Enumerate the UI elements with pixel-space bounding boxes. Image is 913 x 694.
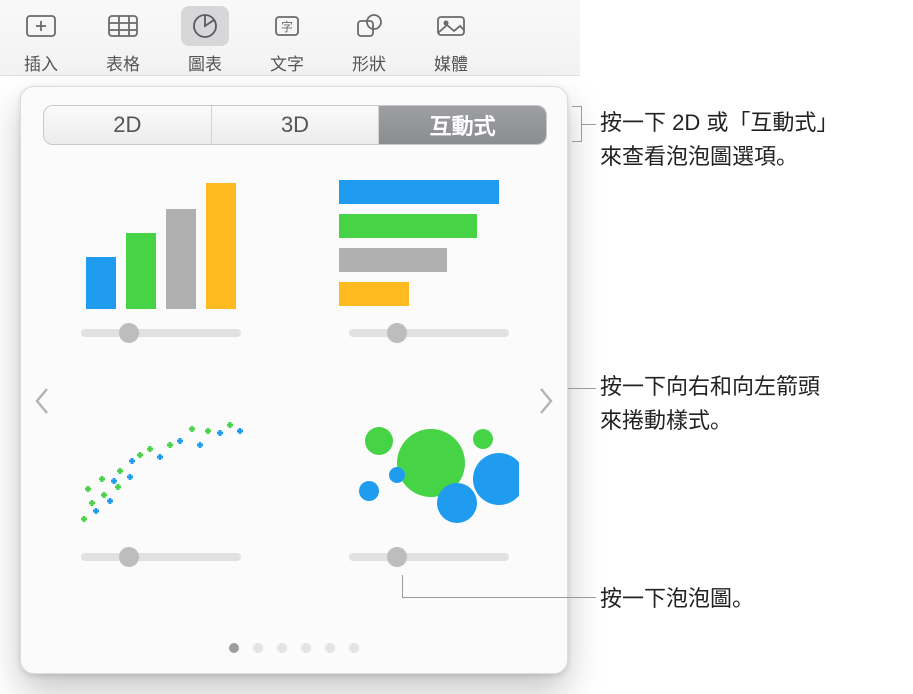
chart-tile-bubble[interactable] [319,401,539,581]
text-button[interactable]: 字 文字 [246,6,328,75]
table-label: 表格 [106,50,140,75]
callout-line [402,597,596,598]
callout-text: 按一下泡泡圖。 [600,586,754,611]
text-label: 文字 [270,50,304,75]
page-dot[interactable] [325,643,335,653]
slider-icon [349,321,509,343]
media-label: 媒體 [434,50,468,75]
page-dot[interactable] [253,643,263,653]
media-button[interactable]: 媒體 [410,6,492,75]
next-style-arrow[interactable] [529,377,563,425]
callout-line [402,575,403,597]
callout-tabs: 按一下 2D 或「互動式」 來查看泡泡圖選項。 [600,106,838,174]
insert-button[interactable]: 插入 [0,6,82,75]
chart-button[interactable]: 圖表 [164,6,246,75]
media-icon [427,6,475,46]
slider-icon [349,545,509,567]
table-button[interactable]: 表格 [82,6,164,75]
chevron-right-icon [537,386,555,416]
page-dot[interactable] [229,643,239,653]
chart-icon [181,6,229,46]
callout-text: 來查看泡泡圖選項。 [600,144,798,169]
callout-arrows: 按一下向右和向左箭頭 來捲動樣式。 [600,370,820,438]
callout-line [582,124,596,125]
chevron-left-icon [33,386,51,416]
chart-style-grid [51,177,539,581]
tab-2d[interactable]: 2D [44,106,212,144]
page-dot[interactable] [277,643,287,653]
callout-bubble: 按一下泡泡圖。 [600,582,754,616]
page-dot[interactable] [301,643,311,653]
tab-interactive[interactable]: 互動式 [379,106,546,144]
tab-3d[interactable]: 3D [212,106,380,144]
chart-type-segmented: 2D 3D 互動式 [43,105,547,145]
toolbar: 插入 表格 圖表 字 文字 形狀 媒體 [0,0,580,76]
text-icon: 字 [263,6,311,46]
scatter-preview [71,401,251,533]
bubble-preview [339,401,519,533]
slider-icon [81,545,241,567]
chart-tile-bar-horizontal[interactable] [319,177,539,357]
callout-line [568,388,596,389]
chart-tile-bar-vertical[interactable] [51,177,271,357]
callout-text: 按一下向右和向左箭頭 [600,374,820,399]
shape-label: 形狀 [352,50,386,75]
page-dot[interactable] [349,643,359,653]
slider-icon [81,321,241,343]
insert-icon [17,6,65,46]
chart-tile-scatter[interactable] [51,401,271,581]
callout-text: 按一下 2D 或「互動式」 [600,110,838,135]
shape-button[interactable]: 形狀 [328,6,410,75]
svg-text:字: 字 [281,19,293,34]
bar-vertical-preview [71,177,251,309]
insert-label: 插入 [24,50,58,75]
table-icon [99,6,147,46]
chart-label: 圖表 [188,50,222,75]
bar-horizontal-preview [339,177,519,309]
page-dots [21,643,567,653]
shape-icon [345,6,393,46]
chart-popover: 2D 3D 互動式 [20,86,568,674]
prev-style-arrow[interactable] [25,377,59,425]
callout-bracket [572,106,582,142]
callout-text: 來捲動樣式。 [600,408,732,433]
